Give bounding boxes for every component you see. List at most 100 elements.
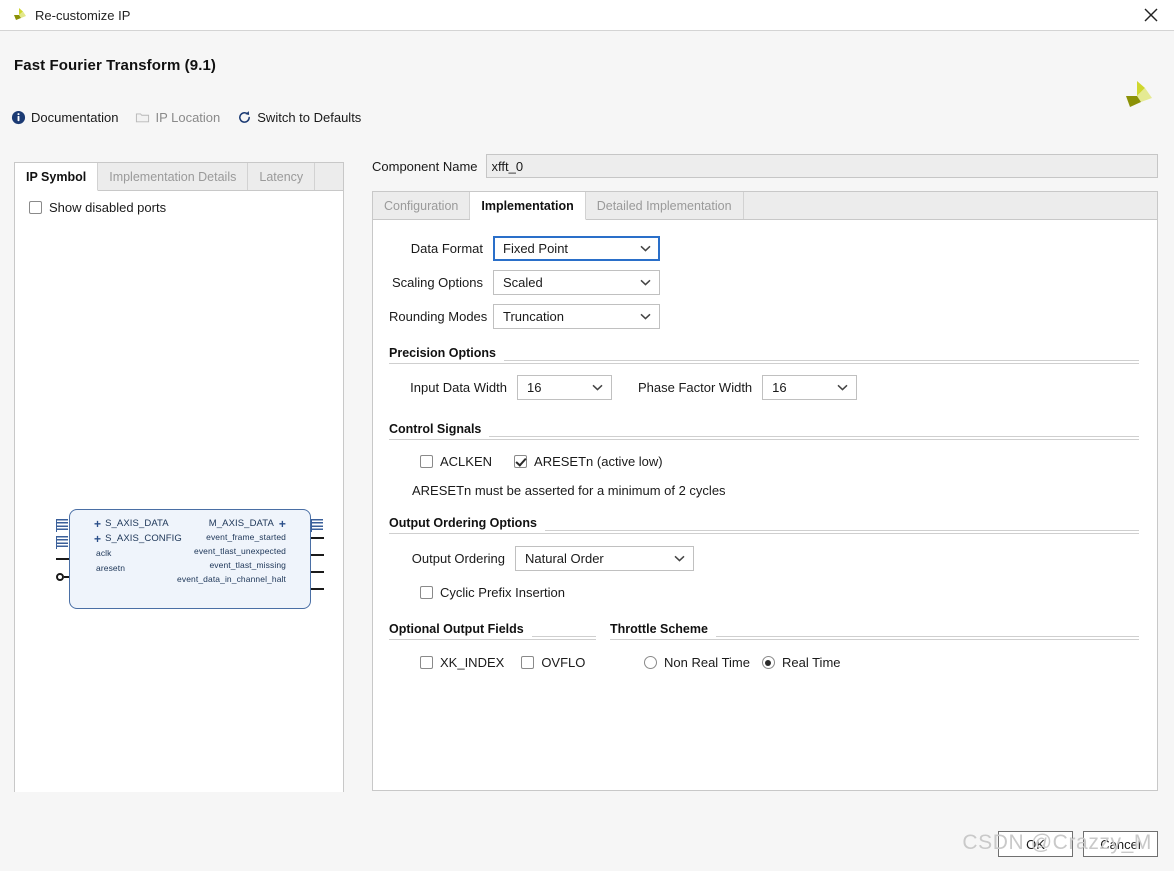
dialog-body: IP Symbol Implementation Details Latency…: [0, 138, 1174, 871]
scaling-options-select[interactable]: Scaled: [493, 270, 660, 295]
port-event-tlast-unexpected: event_tlast_unexpected: [194, 545, 286, 558]
non-real-time-radio[interactable]: [644, 656, 657, 669]
component-name-input[interactable]: [485, 154, 1158, 178]
refresh-icon: [236, 109, 252, 125]
chevron-down-icon: [640, 279, 651, 286]
ip-location-button[interactable]: IP Location: [134, 109, 220, 125]
section-divider: [544, 529, 1139, 531]
rounding-modes-select[interactable]: Truncation: [493, 304, 660, 329]
ovflo-checkbox-item[interactable]: OVFLO: [521, 655, 585, 670]
rounding-modes-row: Rounding Modes Truncation: [389, 304, 1139, 329]
configuration-panel: Component Name Configuration Implementat…: [372, 154, 1158, 791]
optional-output-fields-section-header: Optional Output Fields: [389, 622, 596, 637]
tab-detailed-implementation[interactable]: Detailed Implementation: [585, 192, 744, 219]
cyclic-prefix-insertion-checkbox[interactable]: [420, 586, 433, 599]
tab-configuration[interactable]: Configuration: [373, 192, 471, 219]
section-divider: [389, 639, 596, 640]
dialog-footer: OK Cancel: [998, 831, 1158, 857]
ip-symbol-left-ports: + S_AXIS_DATA + S_AXIS_CONFIG aclk arese…: [94, 517, 182, 575]
page-title: Fast Fourier Transform (9.1): [14, 57, 217, 74]
close-icon[interactable]: [1128, 0, 1174, 31]
tab-ip-symbol[interactable]: IP Symbol: [15, 163, 99, 191]
scaling-options-label: Scaling Options: [391, 275, 483, 290]
port-connector-m-axis-data: [311, 519, 323, 532]
port-connector-aclk: [56, 558, 69, 560]
optional-output-fields-checkboxes: XK_INDEX OVFLO: [389, 655, 596, 670]
cyclic-prefix-row: Cyclic Prefix Insertion: [389, 585, 1139, 600]
port-s-axis-config-label: S_AXIS_CONFIG: [105, 533, 182, 544]
rounding-modes-label: Rounding Modes: [389, 309, 488, 324]
main-tabstrip: Configuration Implementation Detailed Im…: [373, 192, 1157, 220]
output-ordering-select[interactable]: Natural Order: [515, 546, 694, 571]
show-disabled-ports-label: Show disabled ports: [49, 200, 167, 215]
xk-index-checkbox[interactable]: [420, 656, 433, 669]
port-connector-event-tlast-unexpected: [311, 554, 324, 556]
throttle-scheme-title: Throttle Scheme: [610, 622, 708, 636]
folder-icon: [134, 109, 150, 125]
tab-implementation-details[interactable]: Implementation Details: [98, 163, 249, 190]
implementation-tabpanel: Configuration Implementation Detailed Im…: [372, 191, 1158, 791]
port-connector-event-tlast-missing: [311, 571, 324, 573]
output-ordering-section-header: Output Ordering Options: [389, 516, 1139, 531]
switch-to-defaults-button[interactable]: Switch to Defaults: [236, 109, 361, 125]
section-divider: [389, 439, 1139, 440]
section-divider: [389, 533, 1139, 534]
chevron-down-icon: [640, 313, 651, 320]
output-ordering-row: Output Ordering Natural Order: [389, 546, 1139, 571]
output-ordering-options-title: Output Ordering Options: [389, 516, 537, 530]
component-name-row: Component Name: [372, 154, 1158, 178]
cyclic-prefix-insertion-item[interactable]: Cyclic Prefix Insertion: [420, 585, 565, 600]
throttle-scheme-radios: Non Real Time Real Time: [610, 655, 1139, 670]
ip-symbol-right-ports: M_AXIS_DATA + event_frame_started event_…: [177, 517, 286, 586]
show-disabled-ports-row[interactable]: Show disabled ports: [15, 191, 343, 215]
aclken-checkbox-item[interactable]: ACLKEN: [420, 454, 492, 469]
chevron-down-icon: [592, 384, 603, 391]
ip-symbol-body: + S_AXIS_DATA + S_AXIS_CONFIG aclk arese…: [69, 509, 311, 609]
xk-index-checkbox-item[interactable]: XK_INDEX: [420, 655, 504, 670]
phase-factor-width-label: Phase Factor Width: [638, 380, 753, 395]
documentation-button[interactable]: Documentation: [10, 109, 118, 125]
switch-to-defaults-label: Switch to Defaults: [257, 109, 362, 125]
control-signals-section-header: Control Signals: [389, 422, 1139, 437]
tab-implementation-details-label: Implementation Details: [109, 169, 237, 184]
data-format-row: Data Format Fixed Point: [389, 236, 1139, 261]
tab-detailed-implementation-label: Detailed Implementation: [596, 198, 732, 213]
control-signals-checkboxes: ACLKEN ARESETn (active low): [389, 454, 1139, 469]
cancel-button[interactable]: Cancel: [1083, 831, 1158, 857]
port-event-data-in-channel-halt-label: event_data_in_channel_halt: [177, 574, 286, 584]
left-tabstrip: IP Symbol Implementation Details Latency: [15, 163, 343, 191]
real-time-radio-item[interactable]: Real Time: [761, 655, 841, 670]
dialog-header: Fast Fourier Transform (9.1) Documentati…: [0, 31, 1174, 138]
cyclic-prefix-insertion-label: Cyclic Prefix Insertion: [440, 585, 565, 600]
expand-plus-icon[interactable]: +: [94, 518, 101, 530]
expand-plus-icon[interactable]: +: [279, 518, 286, 530]
ok-button[interactable]: OK: [998, 831, 1073, 857]
show-disabled-ports-checkbox[interactable]: [29, 201, 42, 214]
port-m-axis-data-label: M_AXIS_DATA: [208, 518, 274, 529]
xk-index-label: XK_INDEX: [440, 655, 505, 670]
phase-factor-width-select[interactable]: 16: [762, 375, 858, 400]
precision-options-section-header: Precision Options: [389, 346, 1139, 361]
ovflo-checkbox[interactable]: [521, 656, 535, 669]
real-time-label: Real Time: [781, 655, 841, 670]
main-tabstrip-filler: [743, 192, 1157, 219]
tab-implementation[interactable]: Implementation: [470, 192, 586, 220]
port-event-tlast-missing-label: event_tlast_missing: [209, 560, 286, 570]
control-signals-title: Control Signals: [389, 422, 482, 436]
aresetn-checkbox[interactable]: [514, 455, 528, 468]
port-s-axis-data: + S_AXIS_DATA: [94, 517, 182, 530]
section-divider: [503, 359, 1139, 361]
non-real-time-radio-item[interactable]: Non Real Time: [644, 655, 750, 670]
real-time-radio[interactable]: [761, 656, 775, 669]
bottom-columns: Optional Output Fields XK_INDEX OVFLO Th…: [389, 622, 1139, 670]
port-event-tlast-unexpected-label: event_tlast_unexpected: [194, 546, 286, 556]
aclken-label: ACLKEN: [440, 454, 493, 469]
throttle-scheme-column: Throttle Scheme Non Real Time Real Time: [610, 622, 1139, 670]
input-data-width-select[interactable]: 16: [517, 375, 612, 400]
data-format-select[interactable]: Fixed Point: [493, 236, 660, 261]
tab-latency[interactable]: Latency: [248, 163, 316, 190]
expand-plus-icon[interactable]: +: [94, 533, 101, 545]
aclken-checkbox[interactable]: [420, 455, 433, 468]
tab-configuration-label: Configuration: [384, 198, 459, 213]
aresetn-checkbox-item[interactable]: ARESETn (active low): [514, 454, 663, 469]
